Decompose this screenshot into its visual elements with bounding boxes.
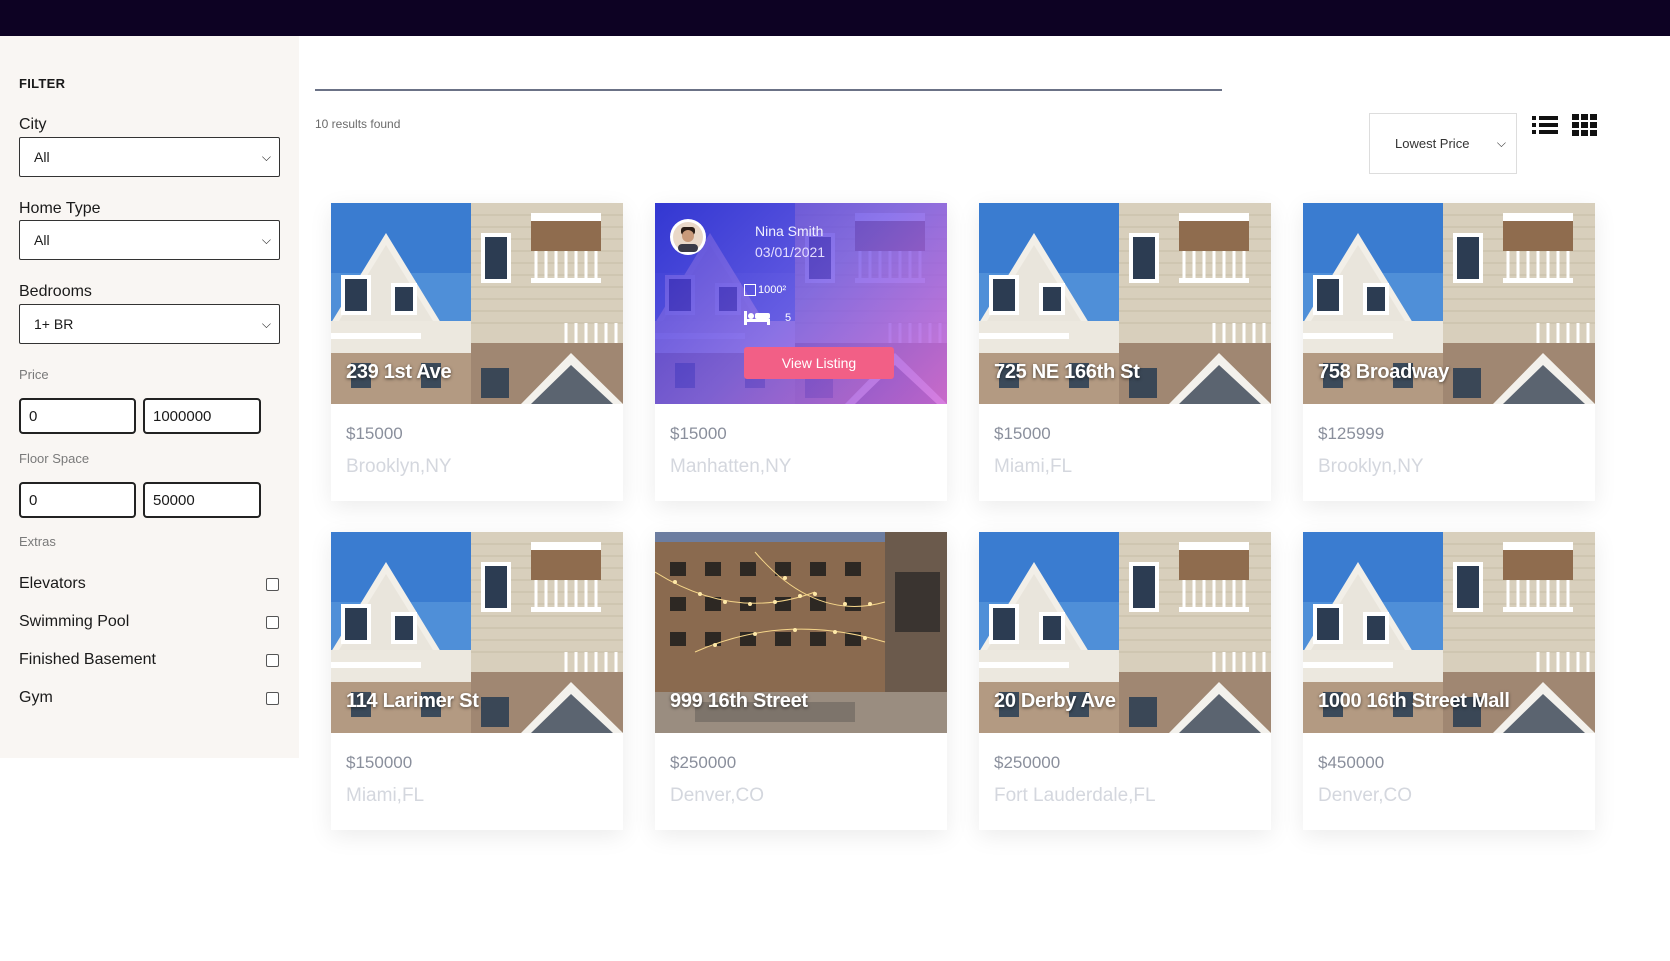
listing-address: 20 Derby Ave <box>994 690 1116 712</box>
square-icon <box>744 284 756 296</box>
city-select-value: All <box>34 149 50 165</box>
listing-location: Miami,FL <box>994 456 1073 477</box>
listing-price: $150000 <box>346 753 413 772</box>
home-type-select[interactable]: All ⌵ <box>19 220 280 260</box>
extra-label: Swimming Pool <box>19 613 130 630</box>
chevron-down-icon: ⌵ <box>261 232 271 247</box>
home-type-select-value: All <box>34 232 50 248</box>
listing-hover-overlay: Nina Smith 03/01/2021 1000² 5 View Listi… <box>655 203 947 404</box>
listing-address: 999 16th Street <box>670 690 808 712</box>
bedrooms-label: Bedrooms <box>19 283 92 300</box>
listing-address: 725 NE 166th St <box>994 361 1140 383</box>
listing-address: 239 1st Ave <box>346 361 452 383</box>
list-view-icon[interactable] <box>1532 113 1558 137</box>
filter-title: FILTER <box>19 76 66 91</box>
bedrooms-select-value: 1+ BR <box>34 316 74 332</box>
home-type-label: Home Type <box>19 200 101 217</box>
listing-address: 758 Broadway <box>1318 361 1449 383</box>
extra-swimming-pool-row: Swimming Pool <box>19 613 279 631</box>
listing-location: Brooklyn,NY <box>346 456 452 477</box>
sort-select[interactable]: Lowest Price ⌵ <box>1369 113 1517 174</box>
view-listing-button[interactable]: View Listing <box>744 347 894 379</box>
listing-location: Denver,CO <box>1318 785 1412 806</box>
filter-sidebar: FILTER City All ⌵ Home Type All ⌵ Bedroo… <box>0 36 299 758</box>
elevators-checkbox[interactable] <box>266 577 279 591</box>
price-max-input[interactable]: 1000000 <box>143 398 261 434</box>
floor-max-input[interactable]: 50000 <box>143 482 261 518</box>
agent-name: Nina Smith <box>755 223 824 239</box>
extras-label: Extras <box>19 534 56 549</box>
swimming-pool-checkbox[interactable] <box>266 615 279 629</box>
extra-label: Elevators <box>19 575 86 592</box>
listing-price: $15000 <box>670 424 727 443</box>
extra-elevators-row: Elevators <box>19 575 279 593</box>
listing-address: 1000 16th Street Mall <box>1318 690 1510 712</box>
listing-card[interactable]: 1000 16th Street Mall $450000 Denver,CO <box>1303 532 1595 830</box>
gym-checkbox[interactable] <box>266 691 279 705</box>
extra-finished-basement-row: Finished Basement <box>19 651 279 669</box>
bedrooms-row: 5 <box>744 311 791 325</box>
listing-card[interactable]: 725 NE 166th St $15000 Miami,FL <box>979 203 1271 501</box>
listing-price: $450000 <box>1318 753 1385 772</box>
chevron-down-icon: ⌵ <box>261 316 271 331</box>
floor-area-row: 1000² <box>744 284 786 296</box>
listing-price: $250000 <box>994 753 1061 772</box>
top-nav-bar <box>0 0 1670 36</box>
floor-space-label: Floor Space <box>19 451 90 466</box>
bed-icon <box>744 311 770 325</box>
listing-price: $250000 <box>670 753 737 772</box>
listing-price: $15000 <box>994 424 1051 443</box>
sort-select-value: Lowest Price <box>1395 136 1470 151</box>
results-count: 10 results found <box>315 117 401 131</box>
price-label: Price <box>19 367 49 382</box>
extra-gym-row: Gym <box>19 689 279 707</box>
floor-area-value: 1000² <box>758 284 787 296</box>
search-bar-underline[interactable] <box>315 89 1222 91</box>
grid-view-icon[interactable] <box>1571 113 1597 137</box>
extra-label: Gym <box>19 689 53 706</box>
city-label: City <box>19 116 47 133</box>
listing-card[interactable]: 999 16th Street $250000 Denver,CO <box>655 532 947 830</box>
listing-location: Denver,CO <box>670 785 764 806</box>
avatar <box>670 219 706 255</box>
listing-location: Fort Lauderdale,FL <box>994 785 1156 806</box>
listing-card-hovered[interactable]: Nina Smith 03/01/2021 1000² 5 View Listi… <box>655 203 947 501</box>
bedrooms-value: 5 <box>785 312 792 324</box>
chevron-down-icon: ⌵ <box>1496 136 1506 150</box>
floor-min-input[interactable]: 0 <box>19 482 136 518</box>
listing-address: 114 Larimer St <box>346 690 479 712</box>
listing-card[interactable]: 239 1st Ave $15000 Brooklyn,NY <box>331 203 623 501</box>
extra-label: Finished Basement <box>19 651 156 668</box>
listing-price: $125999 <box>1318 424 1385 443</box>
finished-basement-checkbox[interactable] <box>266 653 279 667</box>
listing-price: $15000 <box>346 424 403 443</box>
listing-location: Miami,FL <box>346 785 425 806</box>
listing-card[interactable]: 758 Broadway $125999 Brooklyn,NY <box>1303 203 1595 501</box>
price-min-input[interactable]: 0 <box>19 398 136 434</box>
listing-location: Manhatten,NY <box>670 456 792 477</box>
bedrooms-select[interactable]: 1+ BR ⌵ <box>19 304 280 344</box>
listing-card[interactable]: 20 Derby Ave $250000 Fort Lauderdale,FL <box>979 532 1271 830</box>
listing-location: Brooklyn,NY <box>1318 456 1424 477</box>
chevron-down-icon: ⌵ <box>261 149 271 164</box>
listing-date: 03/01/2021 <box>755 244 826 260</box>
city-select[interactable]: All ⌵ <box>19 137 280 177</box>
listing-card[interactable]: 114 Larimer St $150000 Miami,FL <box>331 532 623 830</box>
